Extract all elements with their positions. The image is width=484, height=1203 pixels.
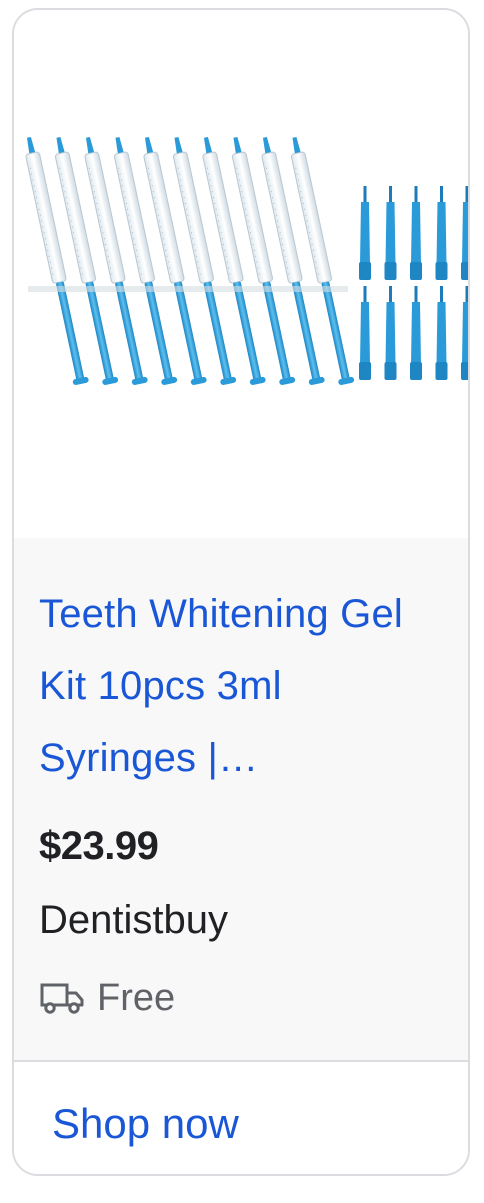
syringes-illustration [25,136,468,385]
applicator-tip [461,286,468,380]
tray-edge [28,286,348,292]
merchant-name: Dentistbuy [39,898,228,942]
shop-now-link[interactable]: Shop now [52,1100,239,1148]
shipping-info: Free [39,976,175,1020]
applicator-tip [384,186,397,280]
truck-icon [40,983,84,1014]
applicator-tip [359,186,371,280]
applicator-tip [410,186,422,280]
product-image[interactable] [14,10,468,538]
shipping-label: Free [97,976,176,1019]
product-price: $23.99 [39,824,159,868]
product-title-link[interactable]: Teeth Whitening Gel Kit 10pcs 3ml Syring… [39,578,439,794]
applicator-tip [359,286,371,380]
applicator-tip [461,186,468,280]
product-card[interactable]: Teeth Whitening Gel Kit 10pcs 3ml Syring… [12,8,470,1176]
applicator-tip [435,286,448,380]
applicator-tip [435,186,448,280]
applicator-tip [410,286,422,380]
applicator-tip [384,286,397,380]
card-footer: Shop now [14,1062,468,1174]
product-info: Teeth Whitening Gel Kit 10pcs 3ml Syring… [14,538,468,1060]
